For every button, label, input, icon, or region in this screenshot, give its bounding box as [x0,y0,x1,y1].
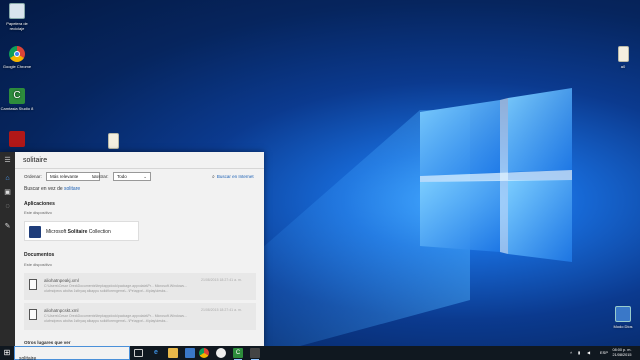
desktop-icon-red-app[interactable] [0,131,34,149]
show-label: Mostrar: [92,174,109,179]
media-icon[interactable] [216,348,226,358]
other-places-title: Otros lugares que ver [24,340,71,345]
order-label: Ordenar: [24,174,42,179]
file-icon [107,133,119,149]
show-dropdown-value: Todo [117,174,127,179]
app-name-prefix: Microsoft [46,229,67,235]
desktop-icon-file[interactable] [96,133,130,151]
network-icon[interactable]: ▮ [578,346,580,360]
search-results: solitaire Ordenar: Más relevante ⌄ Mostr… [15,152,264,346]
search-panel: ☰ ⌂ ▣ ◌ ✎ solitaire Ordenar: Más relevan… [0,152,264,346]
divider [15,168,264,169]
search-icon: ⌕ [212,174,215,180]
volume-icon[interactable]: ◀ [587,346,590,360]
document-icon [29,279,37,290]
start-rail: ☰ ⌂ ▣ ◌ ✎ [0,152,15,346]
web-search-link[interactable]: ⌕ Buscar en Internet [212,174,254,180]
edge-icon[interactable]: e [151,348,161,358]
document-date: 21/08/2015 18:27:41 a. m. [201,278,242,282]
document-icon [29,309,37,320]
app-result-name: Microsoft Solitaire Collection [46,229,111,235]
document-date: 21/08/2015 18:27:41 a. m. [201,308,242,312]
search-instead: Buscar en vez de solitare [24,186,80,192]
document-result[interactable]: aliohatnpcskt.xml C:\Users\Cesar Orea\Do… [24,303,256,330]
desktop-icon-label: Camtasia Studio 8 [0,106,34,111]
app-running-icon[interactable] [250,348,260,360]
chevron-up-icon[interactable]: ˄ [570,346,572,360]
document-name: aliohatnpeakj.xml [44,278,79,283]
taskbar: ⊞ e C ˄ ▮ ◀ ESP 08:00 p. m. 21/08/2015 [0,346,640,360]
desktop-icon-top-right-file[interactable]: a0 [606,46,640,69]
file-explorer-icon[interactable] [168,348,178,358]
app-result-solitaire[interactable]: Microsoft Solitaire Collection [24,221,139,241]
recycle-bin-icon [9,3,25,19]
desktop-icon-camtasia[interactable]: C Camtasia Studio 8 [0,88,34,111]
web-search-label: Buscar en Internet [216,174,254,179]
desktop-icon-label: Google Chrome [2,64,32,69]
desktop-icon-google-chrome[interactable]: Google Chrome [0,46,34,69]
store-icon[interactable] [185,348,195,358]
desktop-icon-label: a0 [620,64,626,69]
chevron-down-icon: ⌄ [143,174,147,179]
hamburger-menu-icon[interactable]: ☰ [3,156,12,165]
apps-section-subtitle: Este dispositivo [24,210,52,215]
start-button[interactable]: ⊞ [0,346,14,360]
docs-section-title: Documentos [24,252,55,258]
camtasia-running-icon[interactable]: C [233,348,243,360]
chrome-taskbar-icon[interactable] [199,348,209,358]
app-name-match: Solitaire [67,229,88,235]
feedback-icon[interactable]: ✎ [3,222,12,231]
file-icon [617,46,629,62]
taskbar-search-input[interactable] [15,353,129,360]
notebook-icon[interactable]: ▣ [3,188,12,197]
taskbar-search-box[interactable] [14,346,130,360]
document-path: C:\Users\Cesar Orea\Documents\ltepkappdo… [44,284,187,293]
search-instead-prefix: Buscar en vez de [24,186,63,192]
search-query-title: solitaire [23,157,48,164]
order-dropdown-value: Más relevante [50,174,79,179]
language-indicator[interactable]: ESP [600,346,608,360]
control-panel-icon [615,306,631,322]
app-icon [9,131,25,147]
chrome-icon [9,46,25,62]
clock[interactable]: 08:00 p. m. 21/08/2015 [611,348,633,358]
document-name: aliohatnpcskt.xml [44,308,79,313]
show-dropdown[interactable]: Todo ⌄ [113,172,151,181]
docs-section-subtitle: Este dispositivo [24,262,52,267]
search-instead-link[interactable]: solitare [64,186,80,192]
windows-icon: ⊞ [3,348,11,357]
clock-date: 21/08/2015 [612,353,632,357]
solitaire-app-icon [29,226,41,238]
task-view-icon[interactable] [134,349,143,357]
desktop-icon-label: Papelera de reciclaje [6,21,28,31]
desktop-icon-recycle-bin[interactable]: Papelera de reciclaje [0,3,34,31]
camtasia-icon: C [9,88,25,104]
desktop-icon-modo-dios[interactable]: Modo Dios [606,306,640,329]
desktop-icon-label: Modo Dios [613,324,633,329]
document-path: C:\Users\Cesar Orea\Documents\ltepkappdo… [44,314,187,323]
document-result[interactable]: aliohatnpeakj.xml C:\Users\Cesar Orea\Do… [24,273,256,300]
home-icon[interactable]: ⌂ [3,174,12,183]
app-name-suffix: Collection [88,229,111,235]
apps-section-title: Aplicaciones [24,201,55,207]
lightbulb-icon[interactable]: ◌ [3,202,12,211]
